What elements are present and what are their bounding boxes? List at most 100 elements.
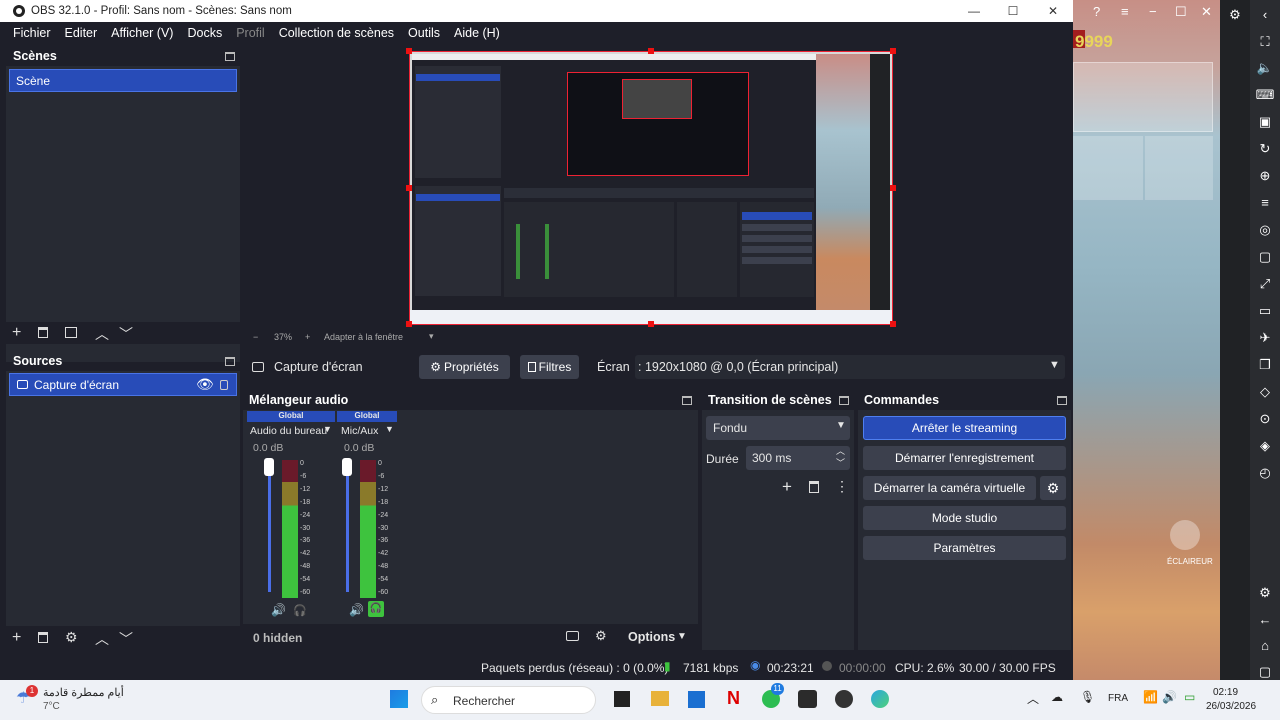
mixer-float-icon[interactable] bbox=[682, 396, 692, 405]
volume-slider-track[interactable] bbox=[268, 462, 271, 592]
plane-icon[interactable]: ✈ bbox=[1250, 330, 1280, 346]
stop-streaming-button[interactable]: Arrêter le streaming bbox=[863, 416, 1066, 440]
speaker-icon[interactable]: 🔊 bbox=[349, 603, 364, 617]
spin-down-icon[interactable]: ﹀ bbox=[836, 456, 845, 469]
options-chevron-icon[interactable]: ▼ bbox=[677, 631, 687, 642]
menu-docks[interactable]: Docks bbox=[180, 26, 229, 40]
transform-handle[interactable] bbox=[648, 321, 654, 327]
menu-fichier[interactable]: Fichier bbox=[6, 26, 58, 40]
headphone-monitor-active-icon[interactable]: 🎧 bbox=[368, 601, 384, 617]
transform-handle[interactable] bbox=[890, 185, 896, 191]
maximize-icon[interactable]: ☐ bbox=[1175, 4, 1187, 20]
menu-editer[interactable]: Editer bbox=[58, 26, 105, 40]
preview-canvas[interactable] bbox=[409, 51, 893, 325]
resize-icon[interactable]: ⤢ bbox=[1250, 276, 1280, 292]
volume-icon[interactable]: 🔈 bbox=[1250, 60, 1280, 76]
remove-transition-icon[interactable] bbox=[809, 481, 819, 493]
add-source-icon[interactable]: + bbox=[12, 629, 21, 647]
transform-handle[interactable] bbox=[890, 321, 896, 327]
battery-icon[interactable]: ▭ bbox=[1184, 690, 1195, 704]
tray-chevron-icon[interactable]: ︿ bbox=[1027, 690, 1039, 707]
screen-select[interactable]: : 1920x1080 @ 0,0 (Écran principal) ▼ bbox=[635, 355, 1065, 379]
record-icon[interactable]: ◎ bbox=[1250, 222, 1280, 238]
transform-handle[interactable] bbox=[406, 48, 412, 54]
menu-collection[interactable]: Collection de scènes bbox=[272, 26, 401, 40]
volume-slider-handle[interactable] bbox=[342, 458, 352, 476]
start-recording-button[interactable]: Démarrer l'enregistrement bbox=[863, 446, 1066, 470]
menu-aide[interactable]: Aide (H) bbox=[447, 26, 507, 40]
wifi-icon[interactable]: 📶 bbox=[1143, 690, 1158, 704]
close-icon[interactable]: ✕ bbox=[1201, 4, 1212, 20]
collapse-icon[interactable]: ‹ bbox=[1250, 7, 1280, 22]
properties-button[interactable]: ⚙ Propriétés bbox=[419, 355, 510, 379]
start-icon[interactable] bbox=[390, 690, 408, 708]
menu-icon[interactable]: ≡ bbox=[1121, 4, 1129, 19]
mixer-settings-gear-icon[interactable]: ⚙ bbox=[595, 628, 607, 644]
screenshot-icon[interactable]: ▣ bbox=[1250, 114, 1280, 130]
virtual-camera-gear-icon[interactable]: ⚙ bbox=[1040, 476, 1066, 500]
duration-spinbox[interactable]: 300 ms ︿ ﹀ bbox=[746, 446, 850, 470]
weapon-slot[interactable] bbox=[1073, 136, 1143, 200]
fit-window-label[interactable]: Adapter à la fenêtre bbox=[324, 332, 403, 342]
transitions-float-icon[interactable] bbox=[839, 396, 849, 405]
visibility-eye-icon[interactable]: 👁 bbox=[196, 376, 214, 393]
channel-name-dropdown[interactable]: Mic/Aux ▼ bbox=[337, 423, 397, 439]
minimize-icon[interactable]: − bbox=[1149, 4, 1157, 19]
recents-icon[interactable]: ▢ bbox=[1250, 664, 1280, 680]
layers-icon[interactable]: ◈ bbox=[1250, 438, 1280, 454]
source-down-icon[interactable]: ﹀ bbox=[119, 629, 133, 649]
obs-taskbar-icon[interactable] bbox=[835, 690, 853, 708]
sources-float-icon[interactable] bbox=[225, 357, 235, 366]
move-down-icon[interactable]: ﹀ bbox=[119, 324, 133, 344]
ability-icon[interactable] bbox=[1170, 520, 1200, 550]
remove-source-icon[interactable] bbox=[38, 632, 48, 643]
help-icon[interactable]: ? bbox=[1093, 4, 1100, 19]
menu-outils[interactable]: Outils bbox=[401, 26, 447, 40]
controls-float-icon[interactable] bbox=[1057, 396, 1067, 405]
task-view-icon[interactable] bbox=[614, 691, 630, 707]
move-up-icon[interactable]: ︿ bbox=[95, 324, 109, 344]
clock-time[interactable]: 02:19 bbox=[1213, 687, 1238, 698]
menu-afficher[interactable]: Afficher (V) bbox=[104, 26, 180, 40]
store-icon[interactable] bbox=[688, 691, 705, 708]
headphone-monitor-icon[interactable]: 🎧 bbox=[293, 604, 307, 617]
app-icon[interactable] bbox=[798, 690, 817, 708]
clock-date[interactable]: 26/03/2026 bbox=[1206, 701, 1256, 712]
copy-icon[interactable]: ❐ bbox=[1250, 357, 1280, 373]
fullscreen-icon[interactable]: ⛶ bbox=[1250, 34, 1280, 50]
taskbar-search[interactable]: ⌕ Rechercher bbox=[421, 686, 596, 714]
volume-slider-handle[interactable] bbox=[264, 458, 274, 476]
emu-settings-icon[interactable]: ⚙ bbox=[1250, 585, 1280, 601]
game-window[interactable]: 9999 ÉCLAIREUR bbox=[1073, 0, 1220, 680]
scene-item[interactable]: Scène bbox=[9, 69, 237, 92]
keyboard-icon[interactable]: ⌨ bbox=[1250, 87, 1280, 103]
folder-icon[interactable]: ▭ bbox=[1250, 303, 1280, 319]
explorer-icon[interactable] bbox=[651, 691, 669, 706]
microphone-icon[interactable]: 🎙 bbox=[1080, 690, 1095, 704]
add-transition-icon[interactable]: + bbox=[782, 477, 792, 497]
weapon-slot[interactable] bbox=[1073, 62, 1213, 132]
source-settings-gear-icon[interactable]: ⚙ bbox=[65, 629, 78, 646]
transition-select[interactable]: Fondu ▼ bbox=[706, 416, 850, 440]
channel-name-dropdown[interactable]: Audio du bureau ▼ bbox=[247, 423, 335, 439]
remove-scene-icon[interactable] bbox=[38, 327, 48, 338]
transform-handle[interactable] bbox=[648, 48, 654, 54]
speed-icon[interactable]: ◴ bbox=[1250, 465, 1280, 481]
add-scene-icon[interactable]: + bbox=[12, 324, 21, 342]
mixer-layout-icon[interactable] bbox=[566, 631, 579, 641]
more-options-icon[interactable]: ⋮ bbox=[835, 478, 849, 495]
volume-slider-track[interactable] bbox=[346, 462, 349, 592]
filters-button[interactable]: Filtres bbox=[520, 355, 579, 379]
zoom-out-icon[interactable]: − bbox=[253, 332, 258, 342]
edge-icon[interactable] bbox=[871, 690, 889, 708]
eraser-icon[interactable]: ◇ bbox=[1250, 384, 1280, 400]
menu-profil[interactable]: Profil bbox=[229, 26, 271, 40]
location-icon[interactable]: ⊙ bbox=[1250, 411, 1280, 427]
scene-filters-icon[interactable] bbox=[65, 327, 77, 338]
lock-icon[interactable] bbox=[220, 380, 228, 390]
fit-dropdown-icon[interactable]: ▾ bbox=[429, 331, 434, 342]
weapon-slot[interactable] bbox=[1145, 136, 1213, 200]
minimize-button[interactable]: — bbox=[954, 0, 994, 22]
transform-handle[interactable] bbox=[406, 321, 412, 327]
camera-icon[interactable]: ▢ bbox=[1250, 249, 1280, 265]
